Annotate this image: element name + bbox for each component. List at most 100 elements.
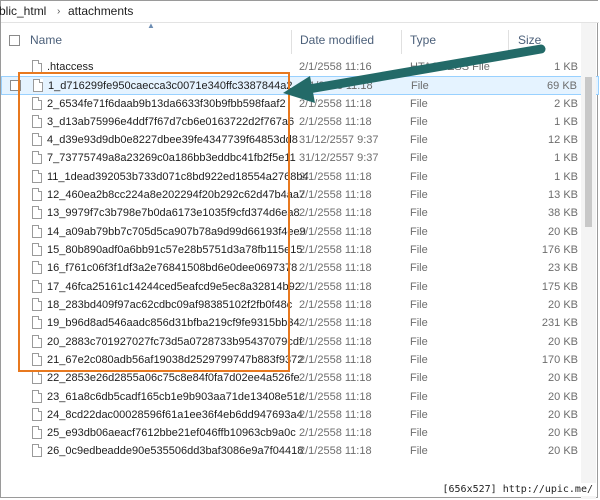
file-name: 21_67e2c080adb56af19038d2529799747b883f9… xyxy=(47,354,304,366)
vertical-scrollbar[interactable] xyxy=(581,23,596,499)
file-name: 25_e93db06aeacf7612bbe21ef046ffb10963cb9… xyxy=(47,427,296,439)
file-type: File xyxy=(410,336,428,348)
column-divider[interactable] xyxy=(508,30,509,54)
file-row-selected[interactable]: 1_d716299fe950caecca3c0071e340ffc3387844… xyxy=(1,76,599,95)
file-explorer-window: blic_html › attachments Name Date modifi… xyxy=(0,0,599,499)
column-header-size[interactable]: Size xyxy=(518,33,541,47)
document-icon xyxy=(32,408,42,421)
file-size: 20 KB xyxy=(548,336,578,348)
column-divider[interactable] xyxy=(291,30,292,54)
file-row[interactable]: 11_1dead392053b733d071c8bd922ed18554a276… xyxy=(1,168,599,186)
breadcrumb-item-public-html[interactable]: blic_html xyxy=(0,1,46,21)
file-size: 69 KB xyxy=(547,80,577,92)
file-type: File xyxy=(410,116,428,128)
file-date-modified: 2/1/2558 11:18 xyxy=(299,116,372,128)
file-size: 170 KB xyxy=(541,354,578,366)
document-icon xyxy=(32,225,42,238)
file-size: 12 KB xyxy=(548,134,578,146)
file-name: 18_283bd409f97ac62cdbc09af98385102f2fb0f… xyxy=(47,299,293,311)
document-icon xyxy=(32,371,42,384)
file-name: 2_6534fe71f6daab9b13da6633f30b9fbb598faa… xyxy=(47,98,286,110)
file-date-modified: 2/1/2558 11:18 xyxy=(299,281,372,293)
column-header-name[interactable]: Name xyxy=(30,33,62,47)
document-icon xyxy=(32,151,42,164)
file-type: File xyxy=(410,134,428,146)
file-name: 13_9979f7c3b798e7b0da6173e1035f9cfd374d6… xyxy=(47,207,300,219)
file-size: 231 KB xyxy=(541,317,578,329)
file-name: 3_d13ab75996e4ddf7f67d7cb6e0163722d2f767… xyxy=(47,116,295,128)
file-date-modified: 2/1/2558 11:18 xyxy=(299,299,372,311)
file-row[interactable]: 7_73775749a8a23269c0a186bb3eddbc41fb2f5e… xyxy=(1,149,599,167)
file-name: 1_d716299fe950caecca3c0071e340ffc3387844… xyxy=(48,80,293,92)
column-header-date-modified[interactable]: Date modified xyxy=(300,33,374,47)
file-size: 13 KB xyxy=(548,189,578,201)
file-row[interactable]: 23_61a8c6db5cadf165cb1e9b903aa71de13408e… xyxy=(1,388,599,406)
document-icon xyxy=(32,188,42,201)
file-name: 4_d39e93d9db0e8227dbee39fe4347739f64853d… xyxy=(47,134,298,146)
watermark: [656x527] http://upic.me/ xyxy=(439,483,596,496)
file-name: 23_61a8c6db5cadf165cb1e9b903aa71de13408e… xyxy=(47,391,305,403)
file-row[interactable]: 2_6534fe71f6daab9b13da6633f30b9fbb598faa… xyxy=(1,95,599,113)
file-row[interactable]: 16_f761c06f3f1df3a2e76841508bd6e0dee0697… xyxy=(1,259,599,277)
file-row[interactable]: 24_8cd22dac00028596f61a1ee36f4eb6dd94769… xyxy=(1,406,599,424)
file-date-modified: 2/1/2558 11:18 xyxy=(299,427,372,439)
file-row[interactable]: 14_a09ab79bb7c705d5ca907b78a9d99d66193f4… xyxy=(1,223,599,241)
file-type: File xyxy=(411,80,429,92)
document-icon xyxy=(32,133,42,146)
file-size: 23 KB xyxy=(548,262,578,274)
file-date-modified: 2/1/2558 11:18 xyxy=(299,98,372,110)
file-date-modified: 2/1/2558 11:18 xyxy=(299,226,372,238)
file-type: File xyxy=(410,281,428,293)
file-name: 7_73775749a8a23269c0a186bb3eddbc41fb2f5e… xyxy=(47,152,296,164)
file-size: 20 KB xyxy=(548,299,578,311)
file-row[interactable]: 19_b96d8ad546aadc856d31bfba219cf9fe9315b… xyxy=(1,314,599,332)
file-size: 2 KB xyxy=(554,98,578,110)
column-header-type[interactable]: Type xyxy=(410,33,436,47)
file-row[interactable]: 17_46fca25161c14244ced5eafcd9e5ec8a32814… xyxy=(1,278,599,296)
file-row[interactable]: 3_d13ab75996e4ddf7f67d7cb6e0163722d2f767… xyxy=(1,113,599,131)
document-icon xyxy=(32,261,42,274)
file-row[interactable]: 13_9979f7c3b798e7b0da6173e1035f9cfd374d6… xyxy=(1,204,599,222)
file-name: 17_46fca25161c14244ced5eafcd9e5ec8a32814… xyxy=(47,281,301,293)
file-row[interactable]: 25_e93db06aeacf7612bbe21ef046ffb10963cb9… xyxy=(1,424,599,442)
file-name: 26_0c9edbeadde90e535506dd3baf3086e9a7f04… xyxy=(47,445,304,457)
document-icon xyxy=(32,243,42,256)
file-row[interactable]: 15_80b890adf0a6bb91c57e28b5751d3a78fb115… xyxy=(1,241,599,259)
file-size: 20 KB xyxy=(548,427,578,439)
file-date-modified: 2/1/2558 11:18 xyxy=(299,409,372,421)
breadcrumb-item-attachments[interactable]: attachments xyxy=(68,1,133,21)
file-row[interactable]: .htaccess 2/1/2558 11:16 HTACCESS File 1… xyxy=(1,58,599,76)
file-date-modified: 2/1/2558 11:18 xyxy=(299,354,372,366)
file-date-modified: 2/1/2558 11:18 xyxy=(299,372,372,384)
file-size: 20 KB xyxy=(548,391,578,403)
file-name: 24_8cd22dac00028596f61a1ee36f4eb6dd94769… xyxy=(47,409,303,421)
file-date-modified: 2/1/2558 11:18 xyxy=(299,445,372,457)
document-icon xyxy=(32,115,42,128)
document-icon xyxy=(32,97,42,110)
document-icon xyxy=(32,280,42,293)
file-name: 15_80b890adf0a6bb91c57e28b5751d3a78fb115… xyxy=(47,244,303,256)
file-size: 20 KB xyxy=(548,445,578,457)
row-checkbox[interactable] xyxy=(10,80,21,91)
file-row[interactable]: 21_67e2c080adb56af19038d2529799747b883f9… xyxy=(1,351,599,369)
file-type: File xyxy=(410,244,428,256)
file-row[interactable]: 20_2883c701927027fc73d5a0728733b95437079… xyxy=(1,333,599,351)
file-row[interactable]: 18_283bd409f97ac62cdbc09af98385102f2fb0f… xyxy=(1,296,599,314)
file-row[interactable]: 12_460ea2b8cc224a8e202294f20b292c62d47b4… xyxy=(1,186,599,204)
document-icon xyxy=(32,316,42,329)
breadcrumb: blic_html › attachments xyxy=(0,1,599,23)
file-type: File xyxy=(410,152,428,164)
file-size: 1 KB xyxy=(554,61,578,73)
file-date-modified: 2/1/2558 11:18 xyxy=(299,171,372,183)
file-name: 20_2883c701927027fc73d5a0728733b95437079… xyxy=(47,336,303,348)
file-type: File xyxy=(410,372,428,384)
scrollbar-thumb[interactable] xyxy=(585,77,592,227)
select-all-checkbox[interactable] xyxy=(9,35,20,46)
file-type: File xyxy=(410,171,428,183)
file-row[interactable]: 26_0c9edbeadde90e535506dd3baf3086e9a7f04… xyxy=(1,442,599,460)
file-row[interactable]: 22_2853e26d2855a06c75c8e84f0fa7d02ee4a52… xyxy=(1,369,599,387)
file-size: 20 KB xyxy=(548,409,578,421)
column-divider[interactable] xyxy=(401,30,402,54)
file-type: File xyxy=(410,354,428,366)
file-row[interactable]: 4_d39e93d9db0e8227dbee39fe4347739f64853d… xyxy=(1,131,599,149)
